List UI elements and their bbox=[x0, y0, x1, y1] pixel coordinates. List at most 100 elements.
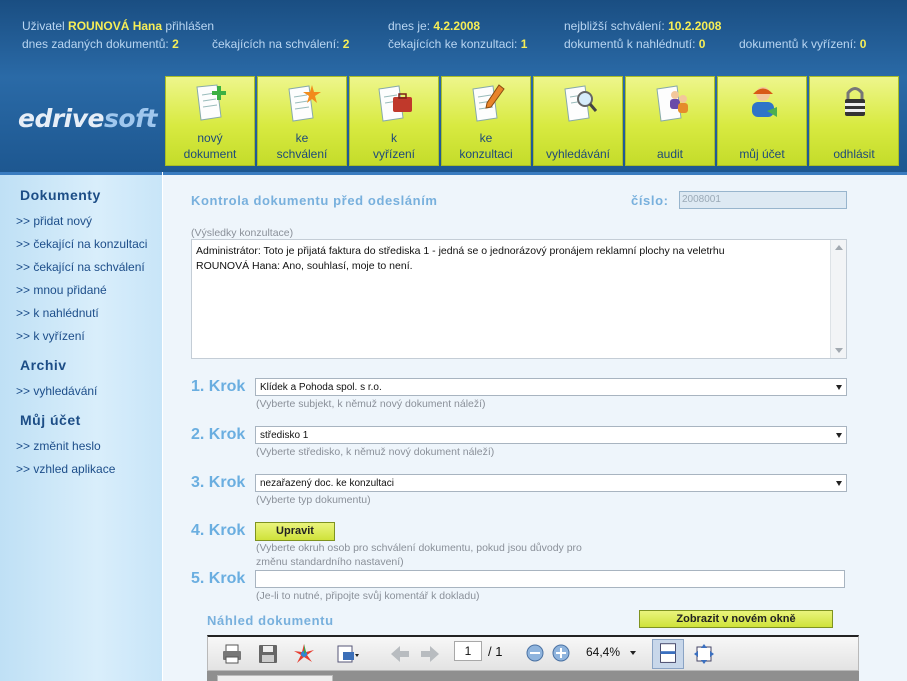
nav-label-line1: nový bbox=[197, 131, 223, 145]
nav-to-approve-button[interactable]: ke schválení bbox=[257, 76, 347, 166]
docs-resolve-value: 0 bbox=[859, 37, 867, 51]
app-logo: edrivesoft bbox=[18, 104, 157, 133]
chevron-down-icon bbox=[836, 481, 842, 486]
nav-label-line2: vyhledávání bbox=[545, 147, 611, 161]
consult-results-textarea[interactable]: Administrátor: Toto je přijatá faktura d… bbox=[191, 239, 847, 359]
sidebar-heading-documents: Dokumenty bbox=[20, 187, 101, 203]
pdf-toolbar: 1 / 1 64,4% bbox=[207, 635, 859, 671]
sidebar-item-waiting-approval[interactable]: >> čekající na schválení bbox=[16, 260, 145, 274]
nav-new-document-button[interactable]: nový dokument bbox=[165, 76, 255, 166]
nav-to-consult-button[interactable]: ke konzultaci bbox=[441, 76, 531, 166]
nav-to-resolve-button[interactable]: k vyřízení bbox=[349, 76, 439, 166]
document-number-field: 2008001 bbox=[679, 191, 847, 209]
sidebar-item-app-appearance[interactable]: >> vzhled aplikace bbox=[16, 462, 115, 476]
today-value: 4.2.2008 bbox=[433, 19, 481, 33]
nearest-value: 10.2.2008 bbox=[668, 19, 722, 33]
sidebar-item-my-added[interactable]: >> mnou přidané bbox=[16, 283, 107, 297]
user-suffix: přihlášen bbox=[165, 19, 215, 33]
briefcase-document-icon bbox=[378, 85, 412, 122]
logged-user-info: Uživatel ROUNOVÁ Hana přihlášen bbox=[22, 19, 214, 33]
entered-value: 2 bbox=[172, 37, 179, 51]
zoom-select[interactable]: 64,4% bbox=[582, 642, 636, 662]
scroll-up-arrow-icon[interactable] bbox=[835, 245, 843, 250]
comment-input[interactable] bbox=[255, 570, 845, 588]
sidebar-heading-archive: Archiv bbox=[20, 357, 67, 373]
star-document-icon bbox=[288, 85, 321, 122]
document-type-select[interactable]: nezařazený doc. ke konzultaci bbox=[255, 474, 847, 492]
next-page-icon[interactable] bbox=[418, 642, 442, 666]
step-4-label: 4. Krok bbox=[191, 522, 246, 539]
center-select-value: středisko 1 bbox=[260, 430, 309, 441]
user-icon bbox=[752, 87, 777, 117]
today-info: dnes je: 4.2.2008 bbox=[388, 19, 480, 33]
docs-view-value: 0 bbox=[698, 37, 706, 51]
page-title: Kontrola dokumentu před odesláním bbox=[191, 193, 438, 208]
chevron-down-icon bbox=[836, 433, 842, 438]
logo-part-a: edrive bbox=[18, 104, 105, 133]
sidebar: Dokumenty >> přidat nový >> čekající na … bbox=[0, 172, 162, 681]
textarea-scrollbar[interactable] bbox=[830, 240, 846, 358]
step-5-hint: (Je-li to nutné, připojte svůj komentář … bbox=[256, 590, 480, 602]
subject-select-value: Klídek a Pohoda spol. s r.o. bbox=[260, 382, 382, 393]
edit-approvers-button[interactable]: Upravit bbox=[255, 522, 335, 541]
subject-select[interactable]: Klídek a Pohoda spol. s r.o. bbox=[255, 378, 847, 396]
step-1-hint: (Vyberte subjekt, k němuž nový dokument … bbox=[256, 398, 486, 410]
people-document-icon bbox=[656, 85, 688, 122]
sidebar-item-add-new[interactable]: >> přidat nový bbox=[16, 214, 92, 228]
step-1-label: 1. Krok bbox=[191, 378, 246, 395]
fit-page-icon[interactable] bbox=[652, 639, 684, 669]
page-total: / 1 bbox=[488, 644, 503, 659]
sidebar-item-to-resolve[interactable]: >> k vyřízení bbox=[16, 329, 85, 343]
step-3-label: 3. Krok bbox=[191, 474, 246, 491]
step-3-hint: (Vyberte typ dokumentu) bbox=[256, 494, 371, 506]
pdf-viewer-area[interactable] bbox=[207, 671, 859, 681]
user-prefix: Uživatel bbox=[22, 19, 65, 33]
pencil-document-icon bbox=[472, 84, 505, 122]
user-name: ROUNOVÁ Hana bbox=[68, 19, 163, 33]
nav-label-line1: ke bbox=[295, 131, 309, 145]
waiting-consult-info: čekajících ke konzultaci: 1 bbox=[388, 37, 527, 51]
pdf-app-icon[interactable] bbox=[292, 642, 316, 666]
zoom-in-icon[interactable] bbox=[552, 644, 570, 662]
sidebar-item-change-password[interactable]: >> změnit heslo bbox=[16, 439, 101, 453]
padlock-icon bbox=[845, 87, 865, 116]
nearest-label: nejbližší schválení: bbox=[564, 19, 665, 33]
app-header: Uživatel ROUNOVÁ Hana přihlášen dnes je:… bbox=[0, 0, 907, 172]
waiting-consult-value: 1 bbox=[520, 37, 528, 51]
nav-audit-button[interactable]: audit bbox=[625, 76, 715, 166]
entered-label: dnes zadaných dokumentů: bbox=[22, 37, 169, 51]
nav-my-account-button[interactable]: můj účet bbox=[717, 76, 807, 166]
zoom-out-icon[interactable] bbox=[526, 644, 544, 662]
today-label: dnes je: bbox=[388, 19, 431, 33]
zoom-value: 64,4% bbox=[586, 645, 621, 659]
sidebar-item-to-view[interactable]: >> k nahlédnutí bbox=[16, 306, 99, 320]
chevron-down-icon bbox=[836, 385, 842, 390]
fit-width-icon[interactable] bbox=[692, 642, 716, 666]
docs-resolve-label: dokumentů k vyřízení: bbox=[739, 37, 857, 51]
page-number-input[interactable]: 1 bbox=[454, 641, 482, 661]
stamp-menu-icon[interactable] bbox=[336, 642, 360, 666]
consult-line-2: ROUNOVÁ Hana: Ano, souhlasí, moje to nen… bbox=[196, 260, 413, 272]
scroll-down-arrow-icon[interactable] bbox=[835, 348, 843, 353]
previous-page-icon[interactable] bbox=[388, 642, 412, 666]
sidebar-item-waiting-consult[interactable]: >> čekající na konzultaci bbox=[16, 237, 147, 251]
step-4-hint-line-2: změnu standardního nastavení) bbox=[256, 556, 404, 568]
center-select[interactable]: středisko 1 bbox=[255, 426, 847, 444]
nav-logout-button[interactable]: odhlásit bbox=[809, 76, 899, 166]
nav-label-line1: ke bbox=[479, 131, 493, 145]
pdf-page-thumbnail bbox=[217, 675, 333, 681]
waiting-approve-value: 2 bbox=[342, 37, 350, 51]
open-new-window-button[interactable]: Zobrazit v novém okně bbox=[639, 610, 833, 628]
main-content: Kontrola dokumentu před odesláním číslo:… bbox=[163, 172, 907, 681]
save-icon[interactable] bbox=[256, 642, 280, 666]
sidebar-item-search[interactable]: >> vyhledávání bbox=[16, 384, 97, 398]
preview-title: Náhled dokumentu bbox=[207, 613, 334, 628]
step-5-label: 5. Krok bbox=[191, 570, 246, 587]
waiting-approve-label: čekajících na schválení: bbox=[212, 37, 340, 51]
document-type-select-value: nezařazený doc. ke konzultaci bbox=[260, 478, 394, 489]
print-icon[interactable] bbox=[220, 642, 244, 666]
nav-label-line2: schválení bbox=[276, 147, 328, 161]
step-4-hint-line-1: (Vyberte okruh osob pro schválení dokume… bbox=[256, 542, 582, 554]
nav-search-button[interactable]: vyhledávání bbox=[533, 76, 623, 166]
consult-line-1: Administrátor: Toto je přijatá faktura d… bbox=[196, 245, 725, 257]
